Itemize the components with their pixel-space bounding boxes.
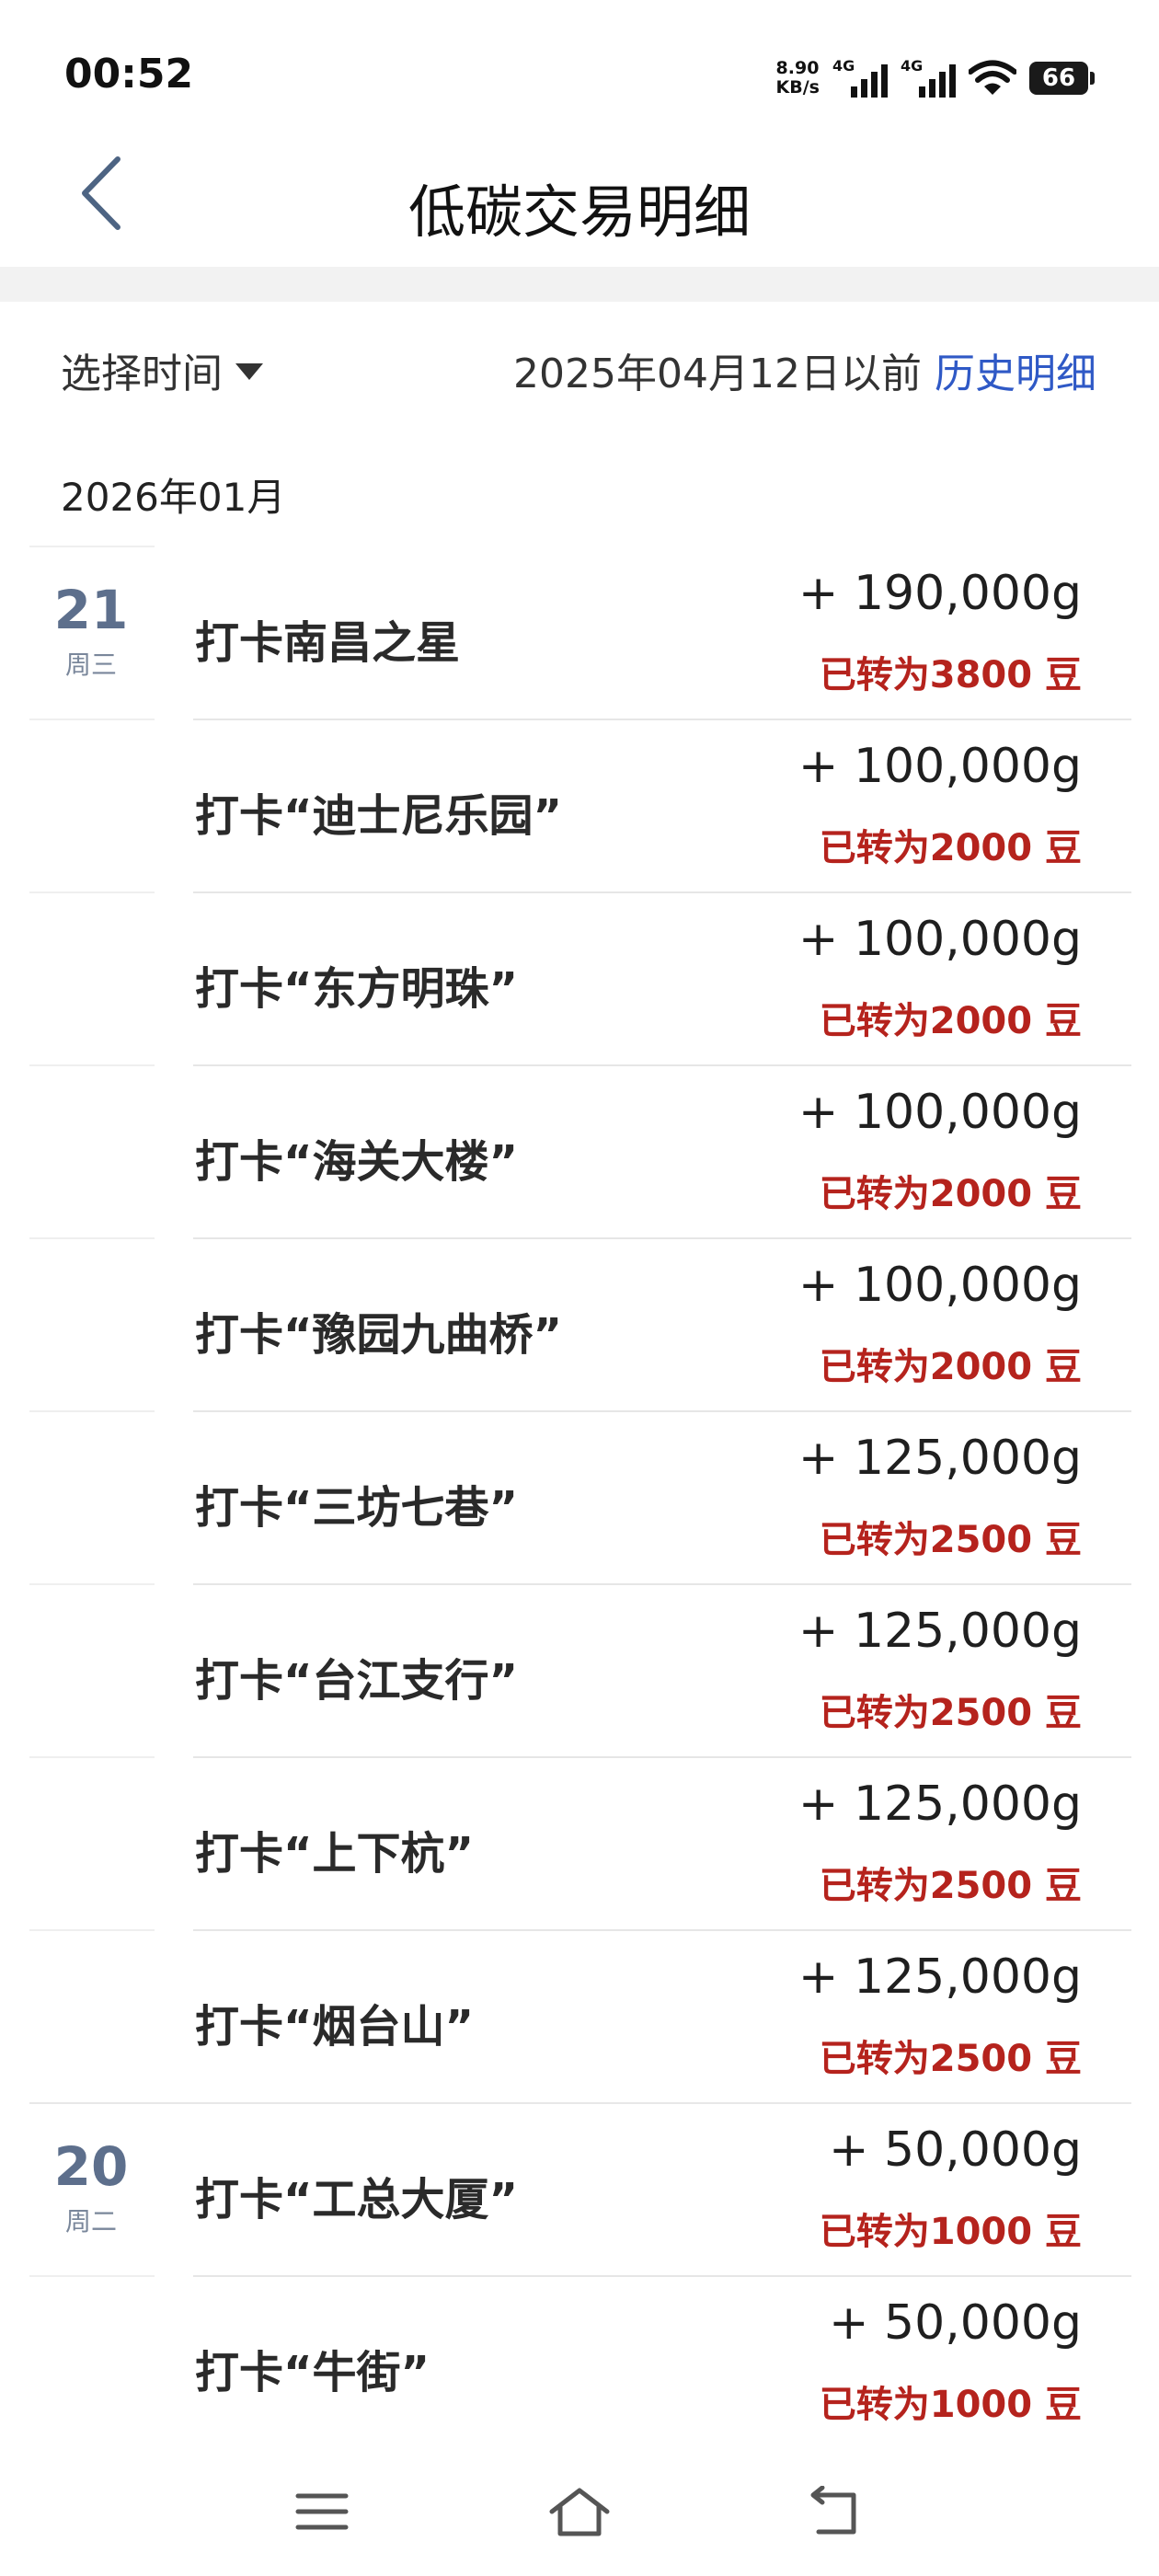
record-beans: 已转为2500 豆	[819, 1692, 1082, 1734]
record-amount: + 50,000g	[828, 2122, 1082, 2178]
list-item[interactable]: 打卡“三坊七巷” + 125,000g 已转为2500 豆	[0, 1410, 1159, 1583]
item-divider	[193, 1583, 1131, 1585]
record-name: 打卡“东方明珠”	[195, 963, 519, 1015]
cell-signal-icon: 4G	[901, 57, 956, 99]
record-beans: 已转为1000 豆	[819, 2384, 1082, 2426]
back-icon[interactable]	[798, 2475, 872, 2548]
record-amount: + 125,000g	[798, 1604, 1082, 1659]
before-date-text: 2025年04月12日以前	[513, 351, 922, 397]
record-amount: + 50,000g	[828, 2295, 1082, 2351]
row-divider	[29, 719, 155, 720]
record-beans: 已转为2500 豆	[819, 1865, 1082, 1907]
home-icon[interactable]	[543, 2475, 616, 2548]
record-amount: + 100,000g	[798, 912, 1082, 967]
row-divider	[29, 1410, 155, 1412]
section-divider	[0, 267, 1159, 302]
day-weekday: 周三	[64, 650, 117, 680]
list-item[interactable]: 打卡“海关大楼” + 100,000g 已转为2000 豆	[0, 1064, 1159, 1237]
row-divider	[29, 1583, 155, 1585]
item-divider	[193, 1929, 1131, 1931]
record-name: 打卡“工总大厦”	[195, 2174, 519, 2225]
row-divider	[29, 1237, 155, 1239]
list-item[interactable]: 打卡“烟台山” + 125,000g 已转为2500 豆	[0, 1929, 1159, 2102]
transaction-list: 21 周三 打卡南昌之星 + 190,000g 已转为3800 豆打卡“迪士尼乐园” + …	[0, 546, 1159, 2448]
record-amount: + 125,000g	[798, 1777, 1082, 1832]
net-speed-unit: KB/s	[775, 77, 820, 98]
record-name: 打卡“烟台山”	[195, 2001, 475, 2053]
status-time: 00:52	[64, 51, 194, 98]
filter-row: 选择时间 2025年04月12日以前 历史明细	[0, 331, 1159, 405]
list-item[interactable]: 打卡“牛街” + 50,000g 已转为1000 豆	[0, 2275, 1159, 2448]
status-bar: 00:52 8.90 KB/s 4G 4G 66	[0, 0, 1159, 138]
day-number: 21	[53, 579, 129, 641]
history-details-link[interactable]: 历史明细	[935, 340, 1096, 399]
row-divider	[29, 1929, 155, 1931]
record-name: 打卡“台江支行”	[195, 1655, 519, 1707]
record-name: 打卡“豫园九曲桥”	[195, 1309, 563, 1361]
record-beans: 已转为2500 豆	[819, 1519, 1082, 1561]
record-beans: 已转为2000 豆	[819, 827, 1082, 869]
record-beans: 已转为2000 豆	[819, 1000, 1082, 1042]
list-item[interactable]: 21 周三 打卡南昌之星 + 190,000g 已转为3800 豆	[0, 546, 1159, 719]
day-number: 20	[53, 2135, 129, 2198]
day-weekday: 周二	[64, 2206, 117, 2237]
item-divider	[193, 1410, 1131, 1412]
month-header: 2026年01月	[61, 475, 286, 520]
record-name: 打卡“海关大楼”	[195, 1136, 519, 1188]
item-divider	[193, 1064, 1131, 1066]
record-amount: + 100,000g	[798, 739, 1082, 794]
battery-level: 66	[1029, 62, 1088, 95]
record-name: 打卡“迪士尼乐园”	[195, 790, 563, 842]
row-divider	[29, 1756, 155, 1758]
row-divider	[29, 2275, 155, 2277]
record-beans: 已转为1000 豆	[819, 2211, 1082, 2253]
item-divider	[193, 719, 1131, 720]
wifi-icon	[969, 60, 1016, 95]
record-beans: 已转为3800 豆	[819, 654, 1082, 696]
record-amount: + 190,000g	[798, 566, 1082, 621]
record-name: 打卡“三坊七巷”	[195, 1482, 519, 1534]
record-name: 打卡南昌之星	[195, 617, 461, 669]
status-icons: 8.90 KB/s 4G 4G 66	[776, 55, 1095, 101]
record-amount: + 100,000g	[798, 1258, 1082, 1313]
row-divider	[29, 891, 155, 893]
app-header: 低碳交易明细	[0, 138, 1159, 267]
list-item[interactable]: 打卡“台江支行” + 125,000g 已转为2500 豆	[0, 1583, 1159, 1756]
list-item[interactable]: 20 周二 打卡“工总大厦” + 50,000g 已转为1000 豆	[0, 2102, 1159, 2275]
item-divider	[193, 1237, 1131, 1239]
row-divider	[29, 2102, 1131, 2104]
record-amount: + 125,000g	[798, 1949, 1082, 2005]
record-beans: 已转为2500 豆	[819, 2038, 1082, 2080]
item-divider	[193, 2275, 1131, 2277]
battery-icon: 66	[1029, 62, 1095, 95]
net-speed-value: 8.90	[775, 58, 820, 78]
list-item[interactable]: 打卡“豫园九曲桥” + 100,000g 已转为2000 豆	[0, 1237, 1159, 1410]
list-item[interactable]: 打卡“东方明珠” + 100,000g 已转为2000 豆	[0, 891, 1159, 1064]
caret-down-icon	[235, 363, 263, 380]
item-divider	[193, 1756, 1131, 1758]
menu-icon[interactable]	[285, 2475, 359, 2548]
list-item[interactable]: 打卡“迪士尼乐园” + 100,000g 已转为2000 豆	[0, 719, 1159, 891]
record-beans: 已转为2000 豆	[819, 1173, 1082, 1215]
record-amount: + 100,000g	[798, 1085, 1082, 1140]
row-divider	[29, 546, 155, 547]
page-title: 低碳交易明细	[407, 178, 751, 246]
net-speed: 8.90 KB/s	[776, 59, 820, 98]
record-beans: 已转为2000 豆	[819, 1346, 1082, 1388]
system-nav-bar	[0, 2447, 1159, 2576]
select-time-label: 选择时间	[61, 351, 223, 397]
select-time-dropdown[interactable]: 选择时间	[61, 340, 263, 399]
row-divider	[29, 1064, 155, 1066]
cell-signal-icon: 4G	[832, 57, 888, 99]
record-name: 打卡“牛街”	[195, 2347, 430, 2398]
record-amount: + 125,000g	[798, 1431, 1082, 1486]
item-divider	[193, 891, 1131, 893]
list-item[interactable]: 打卡“上下杭” + 125,000g 已转为2500 豆	[0, 1756, 1159, 1929]
record-name: 打卡“上下杭”	[195, 1828, 475, 1880]
